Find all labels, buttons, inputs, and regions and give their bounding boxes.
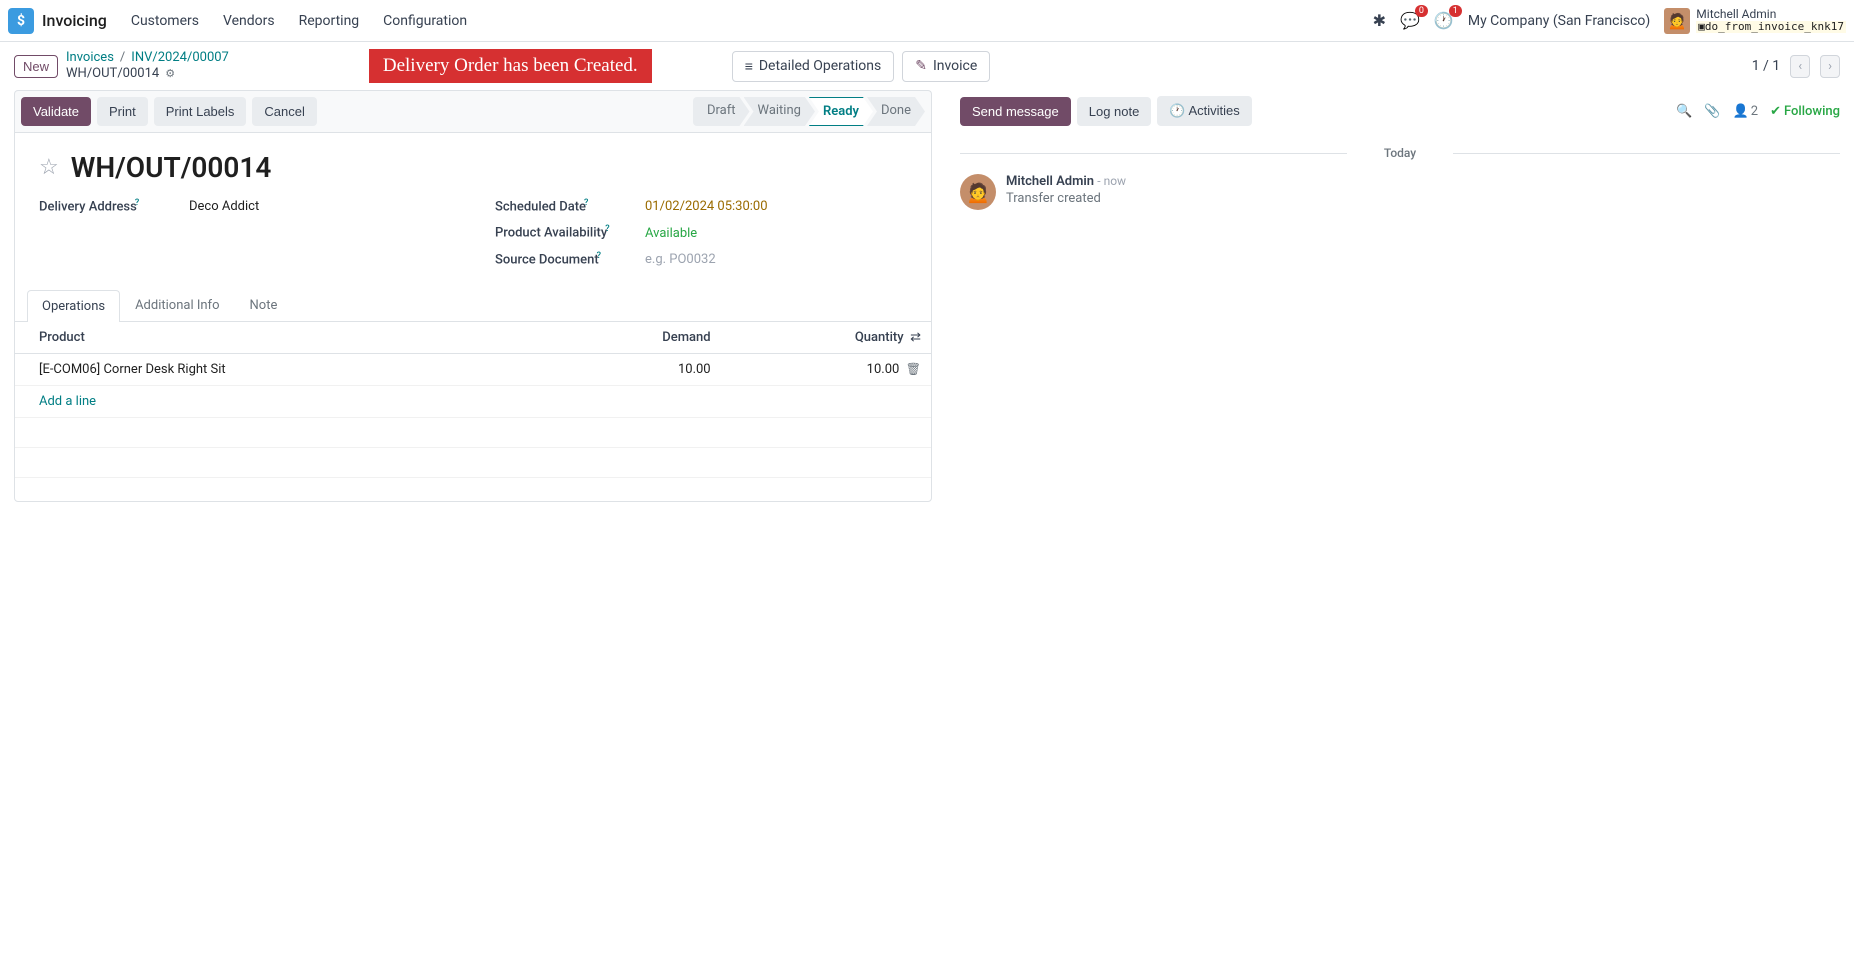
company-switcher[interactable]: My Company (San Francisco) (1468, 13, 1650, 29)
app-name[interactable]: Invoicing (42, 11, 107, 30)
tab-additional-info[interactable]: Additional Info (120, 289, 234, 321)
edit-icon: ✎ (915, 58, 927, 74)
activities-badge: 1 (1449, 5, 1462, 17)
breadcrumb: Invoices / INV/2024/00007 WH/OUT/00014⚙ (66, 50, 229, 81)
col-product[interactable]: Product (15, 322, 554, 354)
pager-next[interactable]: › (1820, 55, 1840, 78)
scheduled-date-value[interactable]: 01/02/2024 05:30:00 (645, 199, 768, 214)
activities-button[interactable]: 🕐 Activities (1157, 96, 1251, 126)
check-icon: ✔ (1770, 104, 1781, 119)
activities-icon[interactable]: 🕐1 (1434, 11, 1454, 30)
print-labels-button[interactable]: Print Labels (154, 97, 247, 126)
cell-demand[interactable]: 10.00 (554, 353, 721, 385)
send-message-button[interactable]: Send message (960, 97, 1071, 126)
nav-reporting[interactable]: Reporting (299, 13, 360, 29)
list-icon: ≡ (745, 58, 753, 75)
table-row[interactable]: [E-COM06] Corner Desk Right Sit 10.00 10… (15, 353, 931, 385)
status-waiting[interactable]: Waiting (744, 97, 815, 126)
msg-avatar: 🙍 (960, 174, 996, 210)
gear-icon[interactable]: ⚙ (165, 67, 175, 80)
breadcrumb-root[interactable]: Invoices (66, 50, 114, 66)
following-button[interactable]: ✔Following (1770, 104, 1840, 119)
invoice-button[interactable]: ✎Invoice (902, 51, 990, 82)
empty-row (15, 417, 931, 447)
avatar: 🙍 (1664, 8, 1690, 34)
date-divider: Today (960, 146, 1840, 160)
help-icon[interactable]: ? (135, 198, 139, 208)
status-ready[interactable]: Ready (809, 97, 873, 126)
scheduled-date-label: Scheduled Date? (495, 198, 645, 214)
log-note-button[interactable]: Log note (1077, 97, 1152, 126)
msg-text: Transfer created (1006, 191, 1126, 206)
col-quantity[interactable]: Quantity ⇄ (721, 322, 931, 354)
nav-customers[interactable]: Customers (131, 13, 199, 29)
empty-row (15, 447, 931, 477)
attachment-icon[interactable]: 📎 (1704, 104, 1720, 119)
breadcrumb-sep: / (120, 50, 125, 66)
cell-product[interactable]: [E-COM06] Corner Desk Right Sit (15, 353, 554, 385)
tab-operations[interactable]: Operations (27, 290, 120, 322)
cell-quantity[interactable]: 10.00 🗑 (721, 353, 931, 385)
messages-icon[interactable]: 💬0 (1400, 11, 1420, 30)
add-line-row[interactable]: Add a line (15, 385, 931, 417)
breadcrumb-mid[interactable]: INV/2024/00007 (131, 50, 229, 66)
bug-icon[interactable]: ✱ (1373, 11, 1386, 30)
print-button[interactable]: Print (97, 97, 148, 126)
status-bar: Draft Waiting Ready Done (699, 97, 925, 126)
source-doc-input[interactable]: e.g. PO0032 (645, 252, 716, 267)
user-menu[interactable]: 🙍 Mitchell Admin ▣do_from_invoice_knk17 (1664, 8, 1846, 34)
alert-banner: Delivery Order has been Created. (369, 49, 652, 83)
availability-label: Product Availability? (495, 224, 645, 240)
new-button[interactable]: New (14, 55, 58, 78)
doc-title: WH/OUT/00014 (71, 151, 272, 184)
search-icon[interactable]: 🔍 (1676, 104, 1692, 119)
trash-icon[interactable]: 🗑 (906, 362, 921, 376)
msg-author[interactable]: Mitchell Admin (1006, 174, 1094, 189)
help-icon[interactable]: ? (597, 251, 601, 261)
app-icon[interactable]: $ (8, 8, 34, 34)
detailed-operations-button[interactable]: ≡Detailed Operations (732, 51, 895, 82)
pager: 1 / 1 (1752, 58, 1780, 74)
nav-menu: Customers Vendors Reporting Configuratio… (131, 13, 467, 29)
nav-configuration[interactable]: Configuration (383, 13, 467, 29)
tab-note[interactable]: Note (235, 289, 293, 321)
pager-prev[interactable]: ‹ (1790, 55, 1810, 78)
nav-vendors[interactable]: Vendors (223, 13, 275, 29)
followers-count[interactable]: 👤2 (1733, 104, 1759, 119)
person-icon: 👤 (1733, 104, 1749, 119)
source-doc-label: Source Document? (495, 251, 645, 267)
col-demand[interactable]: Demand (554, 322, 721, 354)
breadcrumb-current: WH/OUT/00014⚙ (66, 66, 229, 82)
help-icon[interactable]: ? (584, 198, 588, 208)
add-line-link[interactable]: Add a line (39, 394, 96, 409)
delivery-address-value[interactable]: Deco Addict (189, 199, 259, 214)
delivery-address-label: Delivery Address? (39, 198, 189, 214)
chatter-message: 🙍 Mitchell Admin - now Transfer created (960, 174, 1840, 210)
messages-badge: 0 (1415, 5, 1428, 17)
operations-table: Product Demand Quantity ⇄ [E-COM06] Corn… (15, 322, 931, 478)
star-icon[interactable]: ☆ (39, 155, 59, 180)
status-draft[interactable]: Draft (693, 97, 750, 126)
adjust-icon[interactable]: ⇄ (910, 330, 921, 345)
user-db: ▣do_from_invoice_knk17 (1696, 21, 1846, 33)
clock-icon: 🕐 (1169, 103, 1185, 118)
help-icon[interactable]: ? (605, 224, 609, 234)
validate-button[interactable]: Validate (21, 97, 91, 126)
availability-value: Available (645, 226, 697, 241)
action-toolbar: Validate Print Print Labels Cancel Draft… (14, 90, 932, 132)
status-done[interactable]: Done (867, 97, 925, 126)
msg-time: - now (1097, 174, 1126, 188)
cancel-button[interactable]: Cancel (252, 97, 316, 126)
